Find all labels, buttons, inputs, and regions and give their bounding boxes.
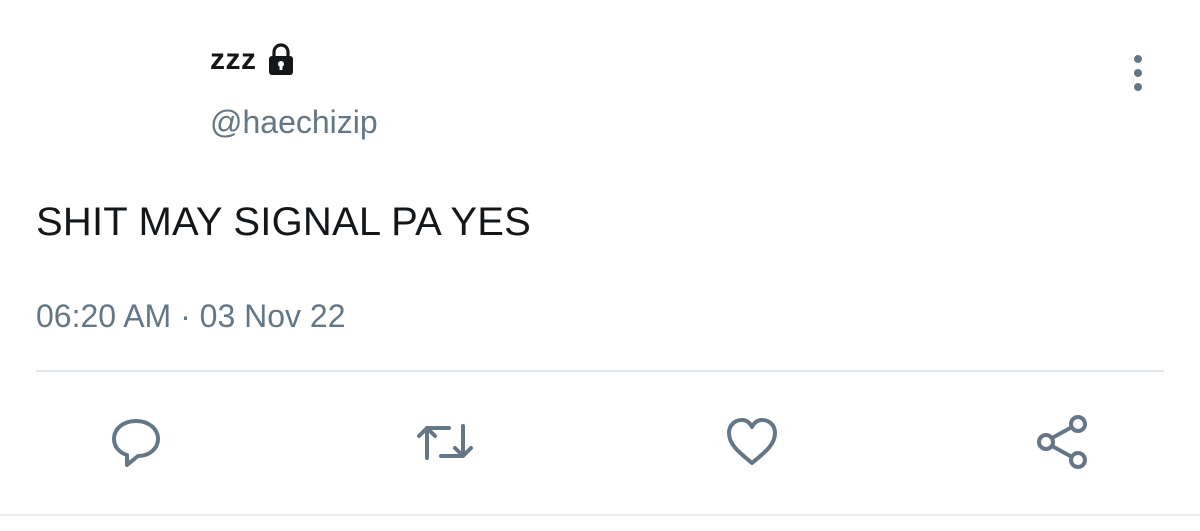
display-name[interactable]: zzz [210, 43, 257, 77]
tweet-timestamp[interactable]: 06:20 AM · 03 Nov 22 [36, 298, 346, 335]
share-button[interactable] [1030, 410, 1094, 474]
reply-button[interactable] [104, 410, 168, 474]
share-icon [1032, 412, 1092, 472]
more-options-button[interactable] [1118, 52, 1158, 98]
lock-icon [263, 42, 299, 78]
divider [36, 370, 1164, 372]
retweet-icon [413, 412, 477, 472]
author-row: zzz [210, 40, 299, 80]
more-vertical-icon [1131, 53, 1145, 98]
retweet-button[interactable] [413, 410, 477, 474]
tweet-text: SHIT MAY SIGNAL PA YES [36, 200, 531, 244]
reply-icon [106, 412, 166, 472]
heart-icon [722, 412, 782, 472]
user-handle[interactable]: @haechizip [210, 104, 378, 141]
bottom-divider [0, 514, 1200, 516]
tweet-card: zzz @haechizip SHIT MAY SIGNAL PA YES 06… [0, 0, 1200, 531]
like-button[interactable] [720, 410, 784, 474]
